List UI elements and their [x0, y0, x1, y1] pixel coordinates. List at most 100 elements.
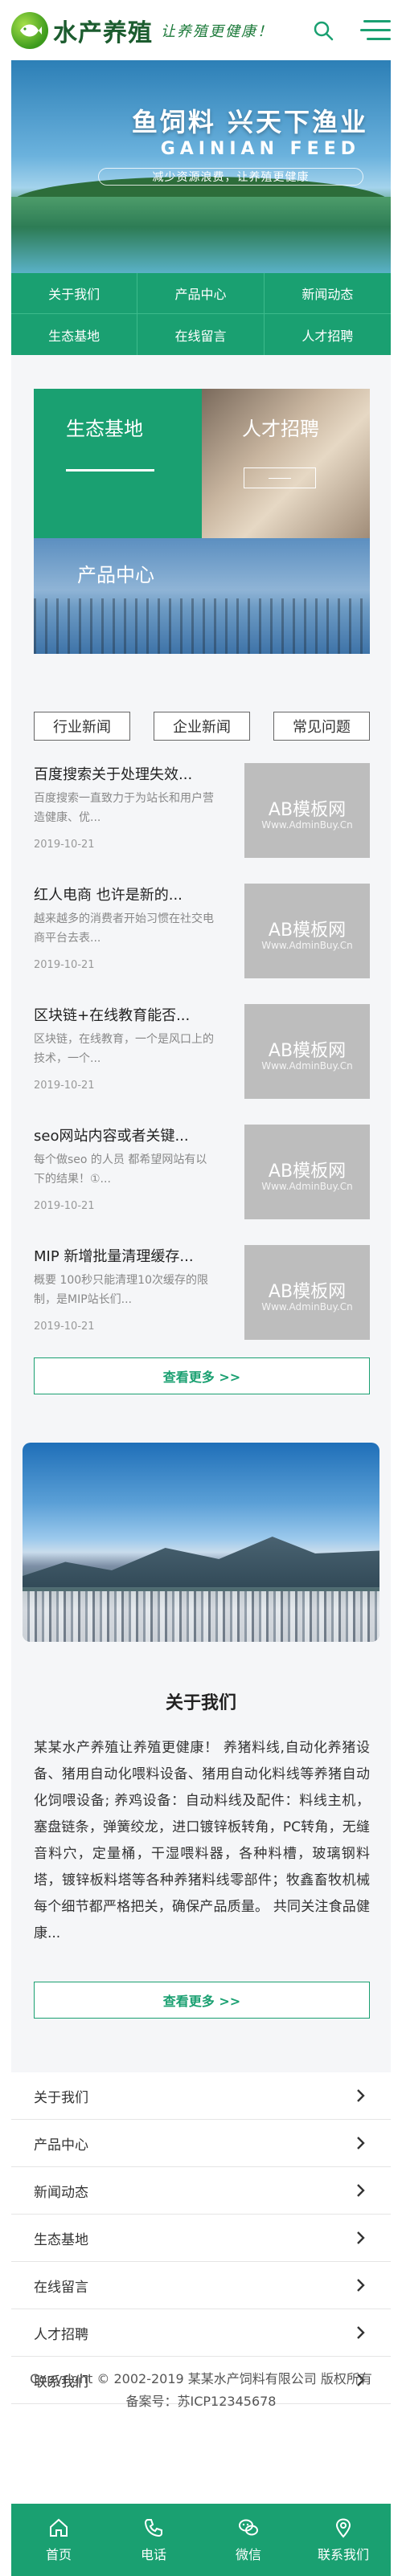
watermark-url: Www.AdminBuy.Cn	[261, 940, 353, 951]
bottom-nav-phone[interactable]: 电话	[106, 2504, 201, 2576]
menu-icon[interactable]	[360, 16, 391, 45]
bottom-nav-label: 联系我们	[317, 2547, 369, 2562]
about-more-button[interactable]: 查看更多 >>	[34, 1982, 370, 2019]
news-list: 百度搜索关于处理失效... 百度搜索一直致力于为站长和用户营造健康、优... 2…	[34, 763, 370, 1366]
about-title: 关于我们	[165, 1693, 236, 1713]
site-header: 水产养殖 让养殖更健康！	[0, 0, 402, 60]
nav-item-news[interactable]: 新闻动态	[264, 273, 391, 314]
news-thumbnail[interactable]: AB模板网 Www.AdminBuy.Cn	[244, 1245, 370, 1340]
news-title[interactable]: 红人电商 也许是新的...	[34, 884, 227, 904]
footer-link-label: 在线留言	[34, 2279, 88, 2296]
news-title[interactable]: 百度搜索关于处理失效...	[34, 763, 227, 784]
news-thumbnail[interactable]: AB模板网 Www.AdminBuy.Cn	[244, 884, 370, 978]
brand-name: 水产养殖	[53, 18, 153, 47]
tile-talent-button[interactable]	[244, 467, 316, 488]
feature-tiles: 生态基地 人才招聘 产品中心	[34, 389, 370, 654]
search-icon[interactable]	[309, 16, 338, 45]
footer-link-base[interactable]: 生态基地	[11, 2215, 391, 2262]
news-title[interactable]: MIP 新增批量清理缓存...	[34, 1245, 227, 1266]
nav-item-base[interactable]: 生态基地	[11, 314, 138, 355]
news-item[interactable]: seo网站内容或者关键... 每个做seo 的人员 都希望网站有以下的结果！①.…	[34, 1125, 370, 1245]
watermark-text: AB模板网	[268, 921, 347, 941]
home-icon	[50, 2518, 68, 2537]
bottom-nav-label: 电话	[140, 2547, 166, 2562]
footer-link-jobs[interactable]: 人才招聘	[11, 2309, 391, 2357]
news-thumbnail[interactable]: AB模板网 Www.AdminBuy.Cn	[244, 1125, 370, 1219]
footer-link-label: 关于我们	[34, 2089, 88, 2106]
watermark-text: AB模板网	[268, 800, 347, 820]
news-date: 2019-10-21	[34, 1080, 95, 1092]
news-tabs: 行业新闻 企业新闻 常见问题	[34, 712, 370, 741]
news-thumbnail[interactable]: AB模板网 Www.AdminBuy.Cn	[244, 1004, 370, 1099]
bottom-nav: 首页 电话 微信 联系我们	[11, 2504, 391, 2576]
news-more-button[interactable]: 查看更多 >>	[34, 1357, 370, 1394]
chevron-right-icon	[357, 2184, 365, 2197]
bottom-nav-label: 首页	[45, 2547, 72, 2562]
news-date: 2019-10-21	[34, 1200, 95, 1212]
logo[interactable]: 水产养殖 让养殖更健康！	[11, 11, 273, 49]
tile-base-label: 生态基地	[66, 418, 143, 440]
chevron-right-icon	[357, 2279, 365, 2292]
news-desc: 百度搜索一直致力于为站长和用户营造健康、优...	[34, 792, 214, 824]
news-date: 2019-10-21	[34, 959, 95, 971]
about-image	[23, 1443, 379, 1642]
nav-item-message[interactable]: 在线留言	[137, 314, 265, 355]
nav-item-products[interactable]: 产品中心	[137, 273, 265, 314]
footer-link-label: 产品中心	[34, 2137, 88, 2153]
icp-text: 备案号：苏ICP12345678	[125, 2394, 277, 2409]
about-text: 某某水产养殖让养殖更健康！ 养猪料线,自动化养猪设备、猪用自动化喂料设备、猪用自…	[34, 1740, 370, 1941]
tile-product[interactable]: 产品中心	[34, 538, 370, 654]
tab-faq[interactable]: 常见问题	[273, 712, 370, 741]
news-item[interactable]: 区块链+在线教育能否... 区块链，在线教育，一个是风口上的技术，一个... 2…	[34, 1004, 370, 1125]
chevron-right-icon	[357, 2137, 365, 2149]
news-item[interactable]: 百度搜索关于处理失效... 百度搜索一直致力于为站长和用户营造健康、优... 2…	[34, 763, 370, 884]
nav-item-about[interactable]: 关于我们	[11, 273, 138, 314]
copyright: Copyright © 2002-2019 某某水产饲料有限公司 版权所有 备案…	[11, 2368, 391, 2413]
footer-link-label: 人才招聘	[34, 2326, 88, 2343]
wechat-icon	[239, 2519, 258, 2536]
footer-link-label: 生态基地	[34, 2231, 88, 2248]
fish-logo-icon	[11, 11, 48, 49]
footer-link-message[interactable]: 在线留言	[11, 2262, 391, 2309]
bottom-nav-wechat[interactable]: 微信	[201, 2504, 296, 2576]
news-desc: 越来越多的消费者开始习惯在社交电商平台去表...	[34, 912, 214, 945]
news-item[interactable]: 红人电商 也许是新的... 越来越多的消费者开始习惯在社交电商平台去表... 2…	[34, 884, 370, 1004]
tile-base[interactable]: 生态基地	[34, 389, 202, 538]
footer-link-news[interactable]: 新闻动态	[11, 2167, 391, 2215]
watermark-text: AB模板网	[268, 1282, 347, 1302]
footer-link-products[interactable]: 产品中心	[11, 2120, 391, 2167]
tab-company-news[interactable]: 企业新闻	[154, 712, 250, 741]
footer-link-about[interactable]: 关于我们	[11, 2072, 391, 2120]
news-desc: 每个做seo 的人员 都希望网站有以下的结果！①...	[34, 1153, 207, 1186]
banner-title: 鱼饲料 兴天下渔业	[131, 107, 368, 137]
chevron-right-icon	[357, 2089, 365, 2102]
watermark-url: Www.AdminBuy.Cn	[261, 1301, 353, 1312]
watermark-url: Www.AdminBuy.Cn	[261, 1060, 353, 1072]
tile-talent[interactable]: 人才招聘	[202, 389, 370, 538]
watermark-text: AB模板网	[268, 1041, 347, 1061]
phone-icon	[144, 2519, 162, 2537]
bottom-nav-contact[interactable]: 联系我们	[296, 2504, 391, 2576]
bottom-nav-label: 微信	[235, 2547, 261, 2562]
location-icon	[335, 2518, 351, 2538]
chevron-right-icon	[357, 2231, 365, 2244]
news-desc: 区块链，在线教育，一个是风口上的技术，一个...	[34, 1033, 214, 1065]
news-title[interactable]: seo网站内容或者关键...	[34, 1125, 227, 1145]
banner-english: GAINIAN FEED	[160, 139, 360, 159]
brand-slogan: 让养殖更健康！	[161, 22, 273, 40]
tile-product-label: 产品中心	[77, 564, 154, 586]
watermark-url: Www.AdminBuy.Cn	[261, 819, 353, 831]
tab-industry-news[interactable]: 行业新闻	[34, 712, 130, 741]
news-title[interactable]: 区块链+在线教育能否...	[34, 1004, 227, 1025]
bottom-nav-home[interactable]: 首页	[11, 2504, 106, 2576]
news-date: 2019-10-21	[34, 1321, 95, 1333]
news-thumbnail[interactable]: AB模板网 Www.AdminBuy.Cn	[244, 763, 370, 858]
watermark-text: AB模板网	[268, 1161, 347, 1182]
news-item[interactable]: MIP 新增批量清理缓存... 概要 100秒只能清理10次缓存的限制，是MIP…	[34, 1245, 370, 1366]
hero-banner: 鱼饲料 兴天下渔业 GAINIAN FEED 减少资源浪费，让养殖更健康	[11, 60, 391, 273]
nav-item-jobs[interactable]: 人才招聘	[265, 314, 391, 355]
chevron-right-icon	[357, 2326, 365, 2339]
footer-links: 关于我们 产品中心 新闻动态 生态基地 在线留言 人才招聘 联系我们	[11, 2072, 391, 2404]
news-date: 2019-10-21	[34, 839, 95, 851]
banner-subtitle: 减少资源浪费，让养殖更健康	[98, 168, 363, 186]
